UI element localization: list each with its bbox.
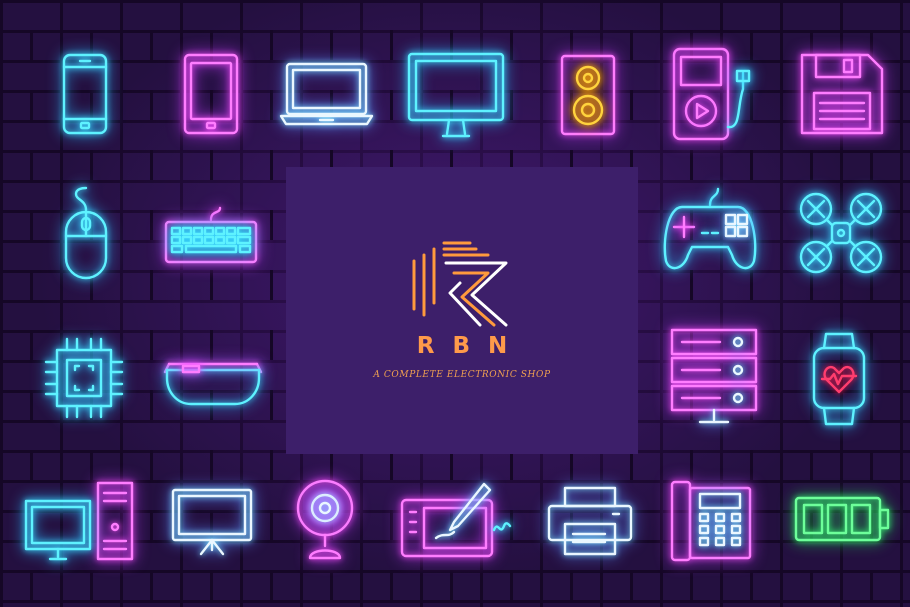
desktop-computer-icon <box>24 481 136 565</box>
gamepad-icon <box>662 185 758 273</box>
drone-icon <box>798 191 884 275</box>
telephone-icon <box>670 480 754 562</box>
smart-glasses-icon <box>163 352 263 408</box>
brand-tagline: A COMPLETE ELECTRONIC SHOP <box>373 370 551 380</box>
smartwatch-icon <box>810 330 868 428</box>
cpu-chip-icon <box>43 336 125 420</box>
webcam-icon <box>294 478 356 562</box>
speaker-icon <box>560 54 616 136</box>
monitor-icon <box>407 52 505 142</box>
laptop-icon <box>279 60 374 128</box>
mouse-icon <box>62 186 110 280</box>
server-icon <box>670 328 758 426</box>
battery-icon <box>794 496 890 542</box>
rbn-logo-mark-icon <box>410 239 514 333</box>
logo-panel: RBN A COMPLETE ELECTRONIC SHOP <box>286 167 638 454</box>
smartphone-icon <box>62 53 108 135</box>
graphics-tablet-icon <box>400 480 512 560</box>
tablet-icon <box>183 53 239 135</box>
floppy-disk-icon <box>800 53 884 135</box>
keyboard-icon <box>164 204 258 264</box>
tv-icon <box>171 488 253 556</box>
mp3-player-icon <box>671 47 761 145</box>
printer-icon <box>547 486 633 556</box>
brand-name: RBN <box>416 333 526 359</box>
